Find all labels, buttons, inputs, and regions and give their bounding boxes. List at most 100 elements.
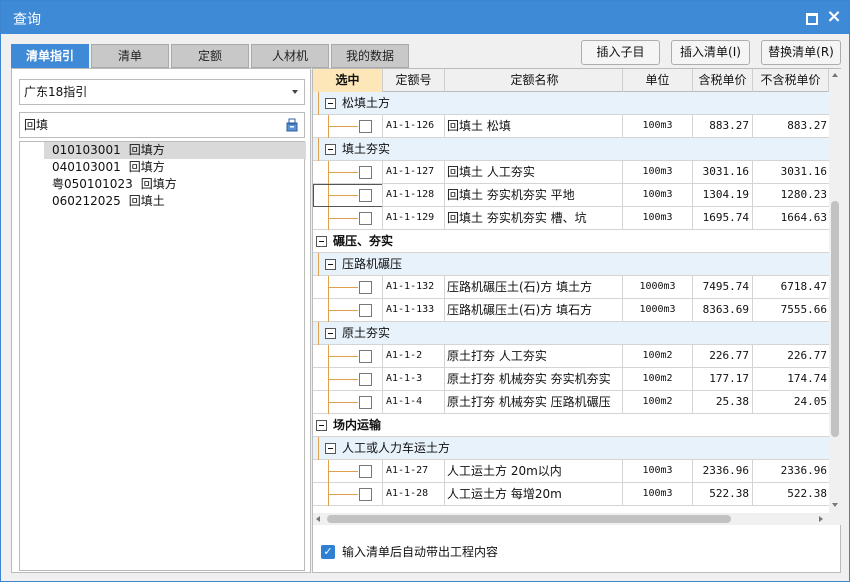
tree-line <box>318 322 319 345</box>
collapse-icon[interactable] <box>325 259 336 270</box>
select-cell[interactable] <box>313 276 383 299</box>
quota-row[interactable]: A1-1-27 人工运土方 20m以内 100m3 2336.96 2336.96 <box>313 460 829 483</box>
row-checkbox[interactable] <box>359 120 372 133</box>
collapse-icon[interactable] <box>325 328 336 339</box>
horizontal-scrollbar[interactable] <box>313 513 829 525</box>
group-row[interactable]: 压路机碾压 <box>313 253 829 276</box>
collapse-icon[interactable] <box>316 420 327 431</box>
unit-cell: 100m2 <box>623 391 693 414</box>
header-tax-price[interactable]: 含税单价 <box>693 69 753 92</box>
quota-row[interactable]: A1-1-129 回填土 夯实机夯实 槽、坑 100m3 1695.74 1664.63 <box>313 207 829 230</box>
row-checkbox[interactable] <box>359 488 372 501</box>
code-cell: A1-1-126 <box>383 115 445 138</box>
unit-cell: 100m3 <box>623 483 693 506</box>
row-checkbox[interactable] <box>359 465 372 478</box>
auto-content-checkbox[interactable]: ✓ <box>321 545 335 559</box>
quota-row[interactable]: A1-1-4 原土打夯 机械夯实 压路机碾压 100m2 25.38 24.05 <box>313 391 829 414</box>
header-select[interactable]: 选中 <box>313 69 383 92</box>
unit-cell: 1000m3 <box>623 299 693 322</box>
row-checkbox[interactable] <box>359 166 372 179</box>
notax-price-cell: 883.27 <box>787 119 827 132</box>
result-item[interactable]: 040103001 回填方 <box>44 159 306 176</box>
code-cell: A1-1-28 <box>383 483 445 506</box>
group-row[interactable]: 人工或人力车运土方 <box>313 437 829 460</box>
select-cell[interactable] <box>313 184 383 207</box>
header-code[interactable]: 定额号 <box>383 69 445 92</box>
quota-row[interactable]: A1-1-133 压路机碾压土(石)方 填石方 1000m3 8363.69 7555.… <box>313 299 829 322</box>
guide-select[interactable]: 广东18指引 <box>19 79 305 105</box>
horizontal-scroll-thumb[interactable] <box>327 515 731 523</box>
vertical-scroll-thumb[interactable] <box>831 201 839 437</box>
group-row[interactable]: 松填土方 <box>313 92 829 115</box>
vertical-scrollbar[interactable] <box>829 69 841 513</box>
scroll-down-icon[interactable] <box>832 503 838 507</box>
maximize-icon[interactable] <box>801 8 819 26</box>
row-checkbox[interactable] <box>359 281 372 294</box>
group-row[interactable]: 碾压、夯实 <box>313 230 829 253</box>
name-cell: 压路机碾压土(石)方 填石方 <box>445 299 623 322</box>
replace-list-button[interactable]: 替换清单(R) <box>761 40 841 65</box>
close-icon[interactable]: × <box>825 8 843 26</box>
result-list[interactable]: 010103001 回填方 040103001 回填方 粤050101023 回填方 060… <box>19 141 306 571</box>
notax-price-cell: 24.05 <box>793 395 827 408</box>
search-icon[interactable] <box>285 118 299 132</box>
unit-cell: 100m3 <box>623 161 693 184</box>
code-cell: A1-1-132 <box>383 276 445 299</box>
quota-row[interactable]: A1-1-132 压路机碾压土(石)方 填土方 1000m3 7495.74 6718.… <box>313 276 829 299</box>
tab-materials[interactable]: 人材机 <box>251 44 329 68</box>
quota-row[interactable]: A1-1-2 原土打夯 人工夯实 100m2 226.77 226.77 <box>313 345 829 368</box>
select-cell[interactable] <box>313 207 383 230</box>
insert-child-button[interactable]: 插入子目 <box>581 40 660 65</box>
search-input[interactable]: 回填 <box>19 112 305 138</box>
row-checkbox[interactable] <box>359 350 372 363</box>
result-code: 060212025 <box>52 194 121 208</box>
collapse-icon[interactable] <box>325 144 336 155</box>
row-checkbox[interactable] <box>359 304 372 317</box>
row-checkbox[interactable] <box>359 396 372 409</box>
header-unit[interactable]: 单位 <box>623 69 693 92</box>
header-name[interactable]: 定额名称 <box>445 69 623 92</box>
select-cell[interactable] <box>313 345 383 368</box>
select-cell[interactable] <box>313 299 383 322</box>
notax-price-cell: 7555.66 <box>780 303 827 316</box>
tree-line <box>328 287 358 288</box>
result-item[interactable]: 010103001 回填方 <box>44 142 306 159</box>
group-label: 场内运输 <box>333 418 382 432</box>
select-cell[interactable] <box>313 460 383 483</box>
tab-list-guide[interactable]: 清单指引 <box>11 44 89 68</box>
result-item[interactable]: 粤050101023 回填方 <box>44 176 306 193</box>
select-cell[interactable] <box>313 368 383 391</box>
result-item[interactable]: 060212025 回填土 <box>44 193 306 210</box>
code-cell: A1-1-4 <box>383 391 445 414</box>
scroll-up-icon[interactable] <box>832 73 838 77</box>
select-cell[interactable] <box>313 161 383 184</box>
row-checkbox[interactable] <box>359 212 372 225</box>
select-cell[interactable] <box>313 391 383 414</box>
select-cell[interactable] <box>313 483 383 506</box>
group-row[interactable]: 填土夯实 <box>313 138 829 161</box>
group-row[interactable]: 场内运输 <box>313 414 829 437</box>
tax-price-cell: 177.17 <box>693 368 753 391</box>
collapse-icon[interactable] <box>325 443 336 454</box>
scroll-right-icon[interactable] <box>819 516 823 522</box>
quota-row[interactable]: A1-1-126 回填土 松填 100m3 883.27 883.27 <box>313 115 829 138</box>
group-label: 人工或人力车运土方 <box>342 441 451 455</box>
group-row[interactable]: 原土夯实 <box>313 322 829 345</box>
scroll-left-icon[interactable] <box>316 516 320 522</box>
insert-list-button[interactable]: 插入清单(I) <box>671 40 750 65</box>
select-cell[interactable] <box>313 115 383 138</box>
tab-quota[interactable]: 定额 <box>171 44 249 68</box>
header-notax-price[interactable]: 不含税单价 <box>753 69 829 92</box>
collapse-icon[interactable] <box>316 236 327 247</box>
quota-row[interactable]: A1-1-28 人工运土方 每增20m 100m3 522.38 522.38 <box>313 483 829 506</box>
quota-row[interactable]: A1-1-3 原土打夯 机械夯实 夯实机夯实 100m2 177.17 174.74 <box>313 368 829 391</box>
name-cell: 人工运土方 20m以内 <box>445 460 623 483</box>
collapse-icon[interactable] <box>325 98 336 109</box>
quota-row[interactable]: A1-1-127 回填土 人工夯实 100m3 3031.16 3031.16 <box>313 161 829 184</box>
tab-list[interactable]: 清单 <box>91 44 169 68</box>
quota-row[interactable]: A1-1-128 回填土 夯实机夯实 平地 100m3 1304.19 1280.23 <box>313 184 829 207</box>
group-label: 压路机碾压 <box>342 257 403 271</box>
notax-price-cell: 1664.63 <box>780 211 827 224</box>
tab-my-data[interactable]: 我的数据 <box>331 44 409 68</box>
row-checkbox[interactable] <box>359 373 372 386</box>
